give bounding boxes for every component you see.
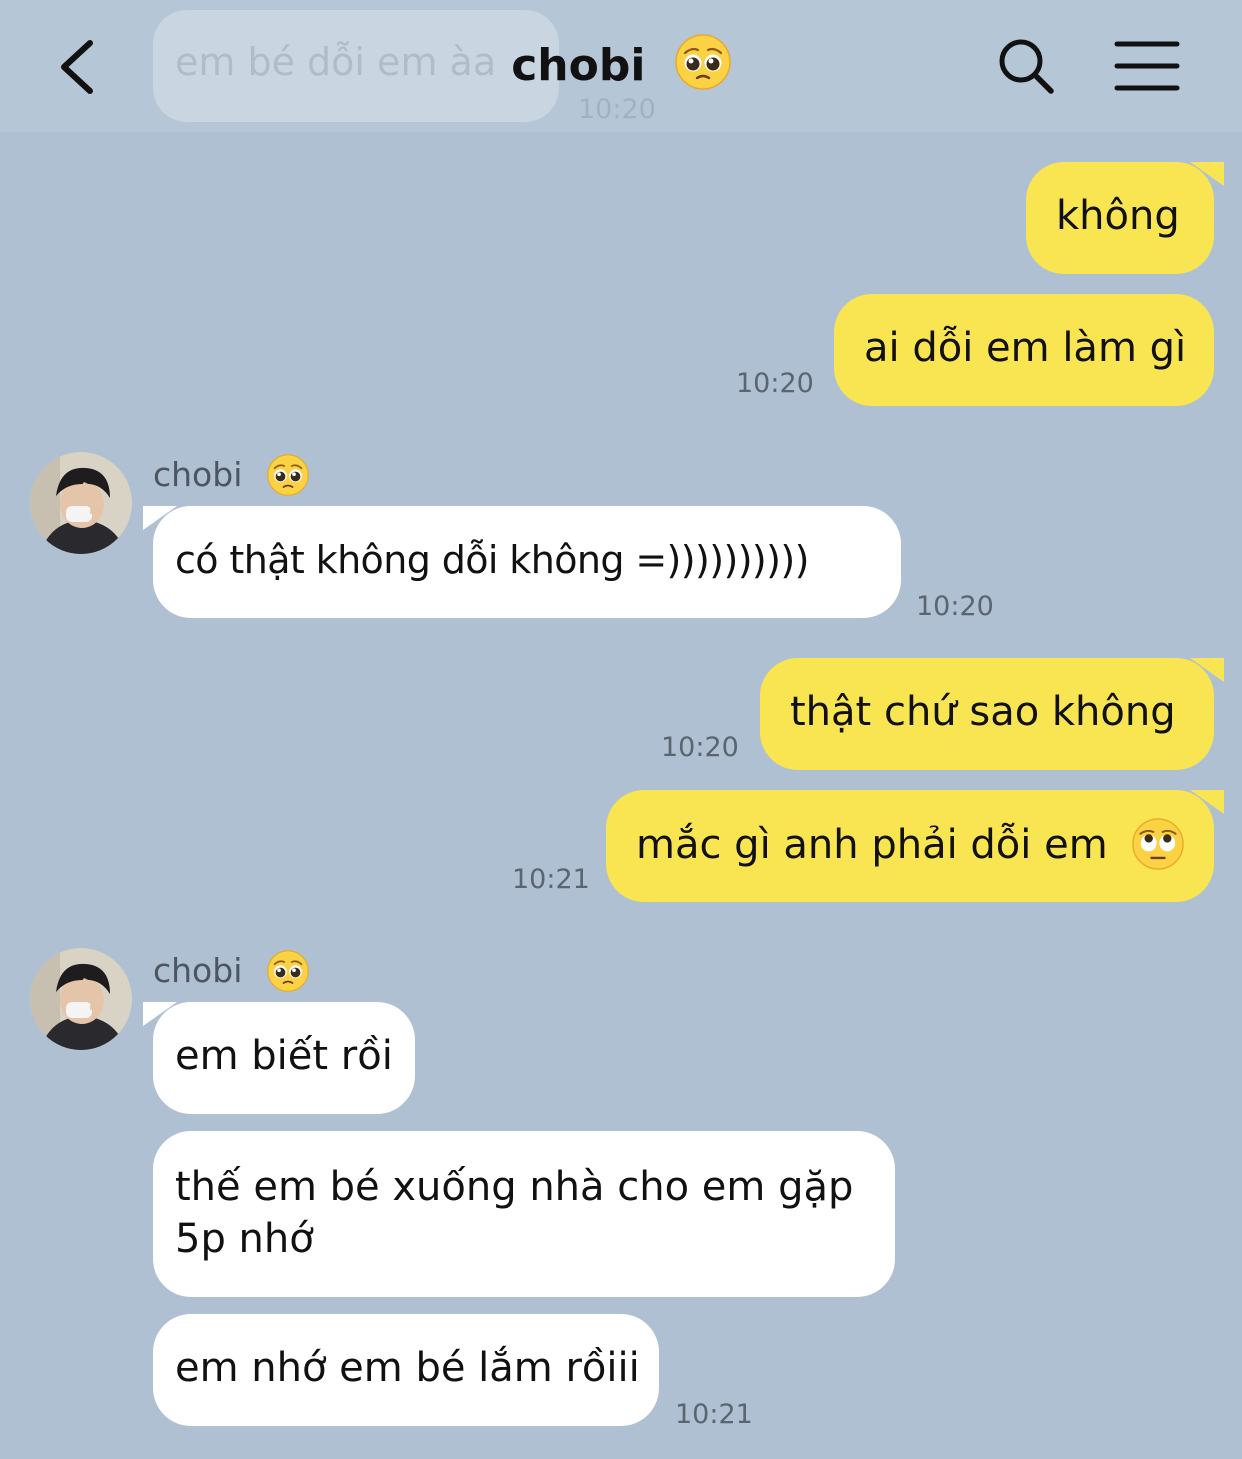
avatar[interactable]	[30, 452, 132, 554]
face-with-rolling-eyes-icon	[1132, 818, 1185, 883]
avatar[interactable]	[30, 948, 132, 1050]
message-text: em nhớ em bé lắm rồiii	[175, 1345, 640, 1391]
pleading-face-icon	[267, 454, 309, 504]
message-timestamp: 10:21	[675, 1399, 753, 1430]
message-text: ai dỗi em làm gì	[864, 325, 1187, 371]
sender-name: chobi	[153, 950, 309, 1000]
message-timestamp: 10:20	[916, 591, 994, 622]
pleading-face-icon	[675, 34, 731, 101]
message-bubble-incoming[interactable]: có thật không dỗi không =))))))))))	[143, 506, 901, 618]
message-text: thật chứ sao không	[790, 689, 1176, 735]
message-bubble-incoming[interactable]: em nhớ em bé lắm rồiii	[153, 1314, 659, 1426]
sender-name: chobi	[153, 454, 309, 504]
chat-title-text: chobi	[511, 40, 646, 91]
message-text: mắc gì anh phải dỗi em	[636, 822, 1108, 868]
message-bubble-incoming[interactable]: em biết rồi	[143, 1002, 415, 1114]
message-text: em biết rồi	[175, 1033, 393, 1079]
message-text: thế em bé xuống nhà cho em gặp 5p nhớ	[175, 1164, 854, 1262]
message-bubble-outgoing[interactable]: mắc gì anh phải dỗi em	[606, 790, 1224, 902]
message-text: không	[1056, 193, 1180, 239]
message-bubble-outgoing[interactable]: không	[1026, 162, 1224, 274]
message-timestamp: 10:20	[661, 732, 739, 763]
message-bubble-outgoing[interactable]: ai dỗi em làm gì	[834, 294, 1214, 406]
hamburger-menu-icon[interactable]	[1114, 40, 1180, 92]
search-icon[interactable]	[996, 36, 1056, 96]
message-bubble-outgoing[interactable]: thật chứ sao không	[760, 658, 1224, 770]
message-bubble-incoming[interactable]: thế em bé xuống nhà cho em gặp 5p nhớ	[153, 1131, 895, 1297]
message-timestamp: 10:20	[736, 368, 814, 399]
pleading-face-icon	[267, 950, 309, 1000]
message-text: có thật không dỗi không =))))))))))	[175, 538, 809, 582]
message-timestamp: 10:21	[512, 864, 590, 895]
